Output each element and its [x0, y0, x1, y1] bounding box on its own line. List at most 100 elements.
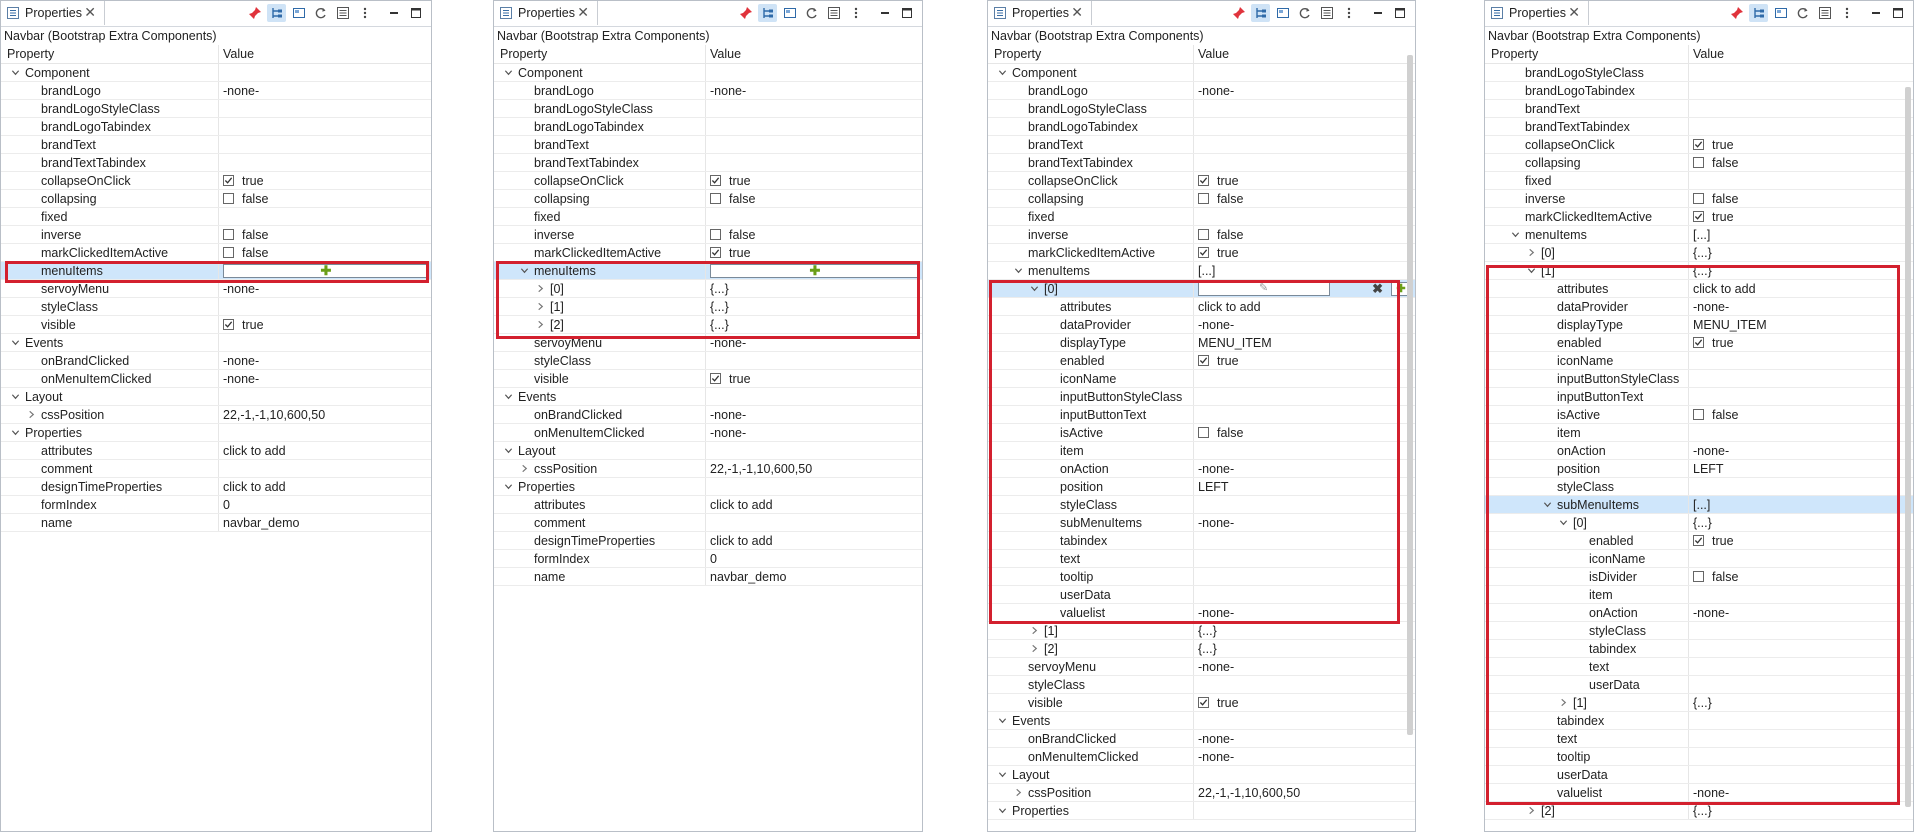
- property-value-cell[interactable]: true: [706, 370, 922, 387]
- property-value-cell[interactable]: [219, 118, 431, 135]
- property-value-cell[interactable]: [219, 460, 431, 477]
- property-row[interactable]: enabled true: [1485, 532, 1913, 550]
- property-row[interactable]: formIndex 0: [1, 496, 431, 514]
- property-value-cell[interactable]: [219, 388, 431, 405]
- property-row[interactable]: fixed: [494, 208, 922, 226]
- property-value-cell[interactable]: [706, 208, 922, 225]
- property-row[interactable]: brandLogoStyleClass: [988, 100, 1415, 118]
- property-row[interactable]: [2] {...}: [988, 640, 1415, 658]
- expand-arrow-icon[interactable]: [1557, 517, 1569, 529]
- property-value-cell[interactable]: [706, 388, 922, 405]
- property-row[interactable]: servoyMenu -none-: [1, 280, 431, 298]
- property-value-cell[interactable]: -none-: [706, 82, 922, 99]
- column-header-property[interactable]: Property: [494, 45, 706, 63]
- property-row[interactable]: attributes click to add: [1485, 280, 1913, 298]
- checkbox-unchecked[interactable]: [1693, 409, 1704, 420]
- property-row[interactable]: visible true: [988, 694, 1415, 712]
- property-row[interactable]: Layout: [494, 442, 922, 460]
- property-value-cell[interactable]: -none-: [219, 280, 431, 297]
- property-value-cell[interactable]: -none-: [1194, 604, 1415, 621]
- property-row[interactable]: brandTextTabindex: [494, 154, 922, 172]
- property-value-cell[interactable]: false: [1194, 226, 1415, 243]
- property-value-cell[interactable]: [1689, 748, 1913, 765]
- property-row[interactable]: iconName: [1485, 550, 1913, 568]
- checkbox-checked[interactable]: [1693, 211, 1704, 222]
- property-value-cell[interactable]: true: [1689, 532, 1913, 549]
- property-row[interactable]: onAction -none-: [988, 460, 1415, 478]
- property-value-cell[interactable]: click to add: [1689, 280, 1913, 297]
- property-row[interactable]: collapsing false: [1485, 154, 1913, 172]
- tree-view-icon[interactable]: [1251, 4, 1270, 22]
- property-value-cell[interactable]: [1194, 406, 1415, 423]
- property-row[interactable]: Component: [988, 64, 1415, 82]
- property-value-cell[interactable]: true: [706, 244, 922, 261]
- property-row[interactable]: cssPosition 22,-1,-1,10,600,50: [988, 784, 1415, 802]
- maximize-icon[interactable]: [1390, 4, 1409, 22]
- property-value-cell[interactable]: [1689, 370, 1913, 387]
- property-row[interactable]: brandText: [988, 136, 1415, 154]
- property-value-cell[interactable]: false: [1194, 190, 1415, 207]
- property-value-cell[interactable]: [1194, 496, 1415, 513]
- property-value-cell[interactable]: [...]: [1194, 262, 1415, 279]
- checkbox-unchecked[interactable]: [1198, 229, 1209, 240]
- property-value-cell[interactable]: navbar_demo: [706, 568, 922, 585]
- property-row[interactable]: tooltip: [1485, 748, 1913, 766]
- checkbox-checked[interactable]: [1198, 697, 1209, 708]
- checkbox-unchecked[interactable]: [1693, 193, 1704, 204]
- property-value-cell[interactable]: [1194, 136, 1415, 153]
- expand-arrow-icon[interactable]: [1028, 283, 1040, 295]
- properties-list-icon[interactable]: [1317, 4, 1336, 22]
- view-menu-icon[interactable]: [355, 4, 374, 22]
- close-icon[interactable]: ✕: [1568, 5, 1580, 19]
- property-row[interactable]: brandLogo -none-: [494, 82, 922, 100]
- value-editor[interactable]: ✚: [710, 263, 922, 278]
- property-row[interactable]: cssPosition 22,-1,-1,10,600,50: [494, 460, 922, 478]
- property-value-cell[interactable]: -none-: [219, 370, 431, 387]
- close-icon[interactable]: ✕: [84, 5, 96, 19]
- property-row[interactable]: styleClass: [1485, 622, 1913, 640]
- property-value-cell[interactable]: true: [1194, 172, 1415, 189]
- property-value-cell[interactable]: [219, 64, 431, 81]
- property-value-cell[interactable]: 22,-1,-1,10,600,50: [1194, 784, 1415, 801]
- property-value-cell[interactable]: click to add: [219, 442, 431, 459]
- property-value-cell[interactable]: true: [219, 316, 431, 333]
- property-value-cell[interactable]: false: [706, 190, 922, 207]
- property-value-cell[interactable]: [219, 334, 431, 351]
- property-row[interactable]: position LEFT: [988, 478, 1415, 496]
- expand-arrow-icon[interactable]: [996, 67, 1008, 79]
- property-row[interactable]: markClickedItemActive true: [494, 244, 922, 262]
- property-value-cell[interactable]: -none-: [706, 424, 922, 441]
- property-row[interactable]: collapseOnClick true: [988, 172, 1415, 190]
- property-row[interactable]: brandLogoStyleClass: [494, 100, 922, 118]
- property-value-cell[interactable]: [1689, 82, 1913, 99]
- collapsed-arrow-icon[interactable]: [1028, 643, 1040, 655]
- property-row[interactable]: [1] {...}: [494, 298, 922, 316]
- property-value-cell[interactable]: MENU_ITEM: [1689, 316, 1913, 333]
- expand-arrow-icon[interactable]: [996, 805, 1008, 817]
- property-value-cell[interactable]: false: [1194, 424, 1415, 441]
- checkbox-checked[interactable]: [1198, 175, 1209, 186]
- property-row[interactable]: comment: [1, 460, 431, 478]
- collapsed-arrow-icon[interactable]: [1525, 805, 1537, 817]
- property-row[interactable]: name navbar_demo: [494, 568, 922, 586]
- property-value-cell[interactable]: [1194, 532, 1415, 549]
- checkbox-checked[interactable]: [710, 175, 721, 186]
- property-value-cell[interactable]: MENU_ITEM: [1194, 334, 1415, 351]
- property-value-cell[interactable]: -none-: [1689, 784, 1913, 801]
- property-row[interactable]: [0] {...}: [1485, 244, 1913, 262]
- property-value-cell[interactable]: [1194, 442, 1415, 459]
- advanced-view-icon[interactable]: [780, 4, 799, 22]
- property-row[interactable]: brandLogoStyleClass: [1, 100, 431, 118]
- checkbox-unchecked[interactable]: [223, 247, 234, 258]
- property-value-cell[interactable]: -none-: [1194, 82, 1415, 99]
- property-row[interactable]: collapseOnClick true: [494, 172, 922, 190]
- property-row[interactable]: [1] {...}: [1485, 262, 1913, 280]
- add-item-icon[interactable]: ✚: [810, 264, 821, 277]
- property-row[interactable]: dataProvider -none-: [988, 316, 1415, 334]
- property-value-cell[interactable]: {...}: [706, 316, 922, 333]
- property-row[interactable]: displayType MENU_ITEM: [1485, 316, 1913, 334]
- property-value-cell[interactable]: [...]: [1689, 496, 1913, 513]
- checkbox-checked[interactable]: [710, 373, 721, 384]
- property-row[interactable]: formIndex 0: [494, 550, 922, 568]
- column-header-property[interactable]: Property: [1485, 45, 1689, 63]
